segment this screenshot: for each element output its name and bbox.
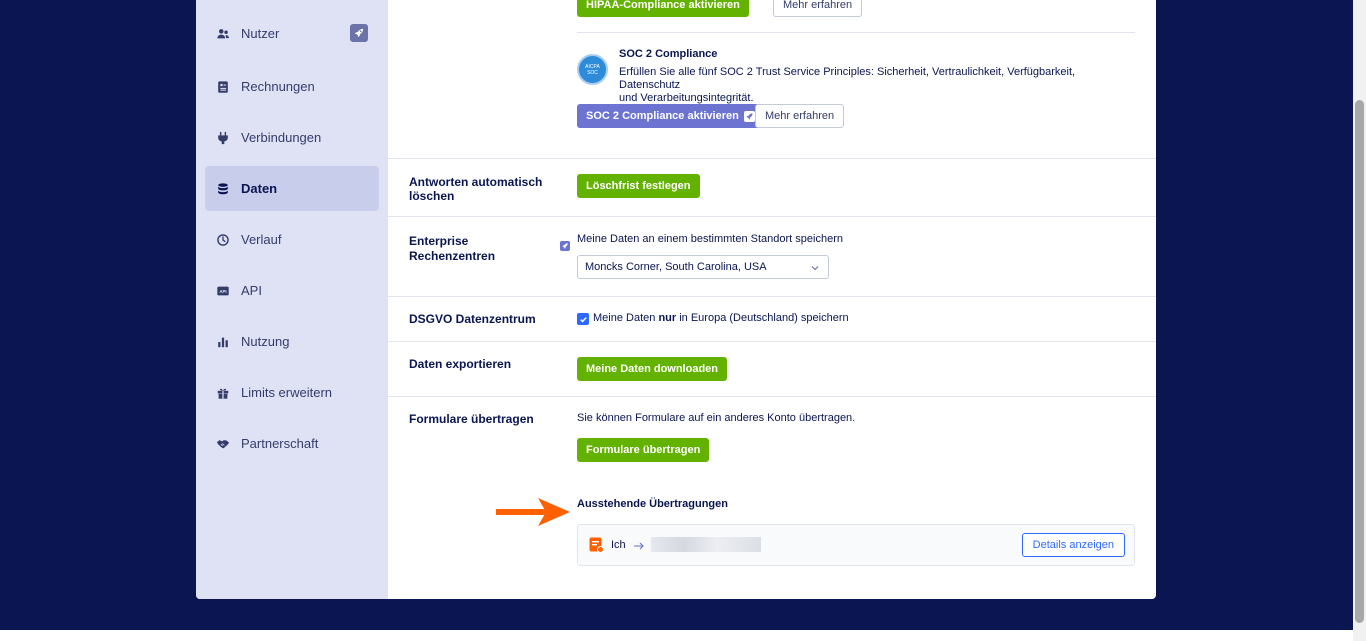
hipaa-learn-more-button[interactable]: Mehr erfahren (773, 0, 863, 17)
sidebar-item-label: API (241, 283, 262, 298)
button-label: Mehr erfahren (783, 0, 853, 11)
details-button[interactable]: Details anzeigen (1021, 533, 1125, 557)
sidebar-item-label: Verlauf (241, 232, 282, 247)
sidebar-item-label: Limits erweitern (241, 385, 333, 400)
rocket-icon (743, 110, 755, 122)
soc2-title: SOC 2 Compliance (619, 48, 718, 60)
gdpr-label: DSGVO Datenzentrum (409, 312, 536, 326)
transfer-label: Formulare übertragen (409, 412, 534, 426)
button-label: Mehr erfahren (765, 110, 835, 122)
sidebar-item-partnerschaft[interactable]: Partnerschaft (205, 421, 379, 466)
history-icon (215, 232, 231, 248)
bar-chart-icon (215, 334, 231, 350)
button-label: SOC 2 Compliance aktivieren (586, 110, 739, 122)
pending-transfer-item: Ich Details anzeigen (577, 524, 1135, 566)
sidebar-item-nutzer[interactable]: Nutzer (205, 11, 379, 56)
users-icon (215, 26, 231, 42)
sidebar-item-verlauf[interactable]: Verlauf (205, 217, 379, 262)
sidebar-item-label: Daten (241, 181, 278, 196)
soc2-description-line: Erfüllen Sie alle fünf SOC 2 Trust Servi… (619, 66, 1076, 91)
gdpr-checkbox-label[interactable]: Meine Daten nur in Europa (Deutschland) … (593, 312, 849, 324)
location-select-value: Moncks Corner, South Carolina, USA (585, 261, 767, 273)
gdpr-checkbox[interactable] (577, 313, 589, 325)
label-line: löschen (409, 189, 455, 203)
label-text: Meine Daten (593, 312, 659, 324)
plug-icon (215, 130, 231, 146)
export-label: Daten exportieren (409, 357, 512, 371)
sidebar-item-limits-erweitern[interactable]: Limits erweitern (205, 370, 379, 415)
label-line: Rechenzentren (409, 249, 496, 263)
sidebar-item-nutzung[interactable]: Nutzung (205, 319, 379, 364)
label-text: in Europa (Deutschland) speichern (676, 312, 849, 324)
sidebar-item-label: Nutzung (241, 334, 290, 349)
sidebar-item-label: Partnerschaft (241, 436, 319, 451)
divider (388, 296, 1156, 297)
button-label: Löschfrist festlegen (586, 180, 691, 192)
handshake-icon (215, 436, 231, 452)
badge-text: SOC (587, 69, 598, 76)
hipaa-activate-button[interactable]: HIPAA-Compliance aktivieren (577, 0, 749, 17)
gift-icon (215, 385, 231, 401)
sidebar: Nutzer Rechnungen Verbindungen Daten Ver… (196, 0, 388, 599)
set-deletion-period-button[interactable]: Löschfrist festlegen (577, 174, 700, 198)
api-icon: API (215, 283, 231, 299)
transfer-from: Ich (611, 539, 626, 551)
svg-text:API: API (219, 289, 226, 294)
sidebar-item-label: Verbindungen (241, 130, 322, 145)
recipient-redacted (651, 537, 761, 552)
sidebar-item-rechnungen[interactable]: Rechnungen (205, 64, 379, 109)
download-data-button[interactable]: Meine Daten downloaden (577, 357, 728, 381)
pending-transfers-title: Ausstehende Übertragungen (577, 498, 728, 510)
sidebar-item-label: Rechnungen (241, 79, 315, 94)
divider (577, 32, 1135, 33)
soc2-learn-more-button[interactable]: Mehr erfahren (755, 104, 845, 128)
divider (388, 341, 1156, 342)
settings-panel: Nutzer Rechnungen Verbindungen Daten Ver… (196, 0, 1156, 599)
button-label: HIPAA-Compliance aktivieren (586, 0, 740, 11)
invoice-icon (215, 79, 231, 95)
form-icon (589, 537, 604, 553)
enterprise-label: Enterprise Rechenzentren (409, 234, 495, 264)
soc2-badge-icon: AICPA SOC (577, 54, 608, 85)
rocket-icon (350, 24, 368, 42)
rocket-icon (560, 241, 570, 251)
enterprise-description: Meine Daten an einem bestimmten Standort… (577, 233, 843, 245)
divider (388, 158, 1156, 159)
label-line: Antworten automatisch (409, 175, 543, 189)
sidebar-item-api[interactable]: API API (205, 268, 379, 313)
divider (388, 396, 1156, 397)
divider (388, 216, 1156, 217)
auto-delete-label: Antworten automatisch löschen (409, 175, 542, 203)
button-label: Formulare übertragen (586, 444, 701, 456)
transfer-forms-button[interactable]: Formulare übertragen (577, 438, 710, 462)
scrollbar-thumb[interactable] (1355, 100, 1364, 623)
soc2-description: Erfüllen Sie alle fünf SOC 2 Trust Servi… (619, 66, 1139, 105)
label-line: Enterprise (409, 234, 469, 248)
soc2-activate-button[interactable]: SOC 2 Compliance aktivieren (577, 104, 764, 128)
check-icon (579, 316, 587, 323)
button-label: Meine Daten downloaden (586, 363, 719, 375)
chevron-down-icon (810, 263, 820, 276)
transfer-description: Sie können Formulare auf ein anderes Kon… (577, 412, 856, 424)
scrollbar[interactable] (1353, 0, 1366, 641)
sidebar-item-verbindungen[interactable]: Verbindungen (205, 115, 379, 160)
database-icon (215, 181, 231, 197)
main-content: HIPAA-Compliance aktivieren Mehr erfahre… (388, 0, 1156, 599)
bottom-strip (0, 630, 1353, 641)
arrow-right-icon (633, 539, 645, 557)
label-text-bold: nur (658, 312, 677, 324)
arrow-annotation-icon (496, 498, 570, 526)
button-label: Details anzeigen (1032, 539, 1114, 551)
sidebar-item-label: Nutzer (241, 26, 280, 41)
sidebar-item-daten[interactable]: Daten (205, 166, 379, 211)
location-select[interactable]: Moncks Corner, South Carolina, USA (577, 255, 829, 279)
